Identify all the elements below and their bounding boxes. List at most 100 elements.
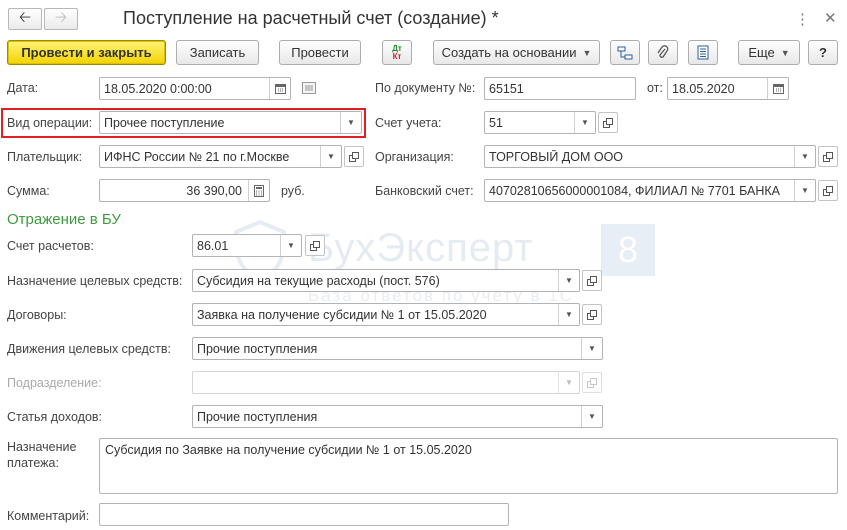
- sum-label: Сумма:: [7, 184, 50, 198]
- income-item-select[interactable]: Прочие поступления ▼: [192, 405, 603, 428]
- doc-number-label: По документу №:: [375, 81, 476, 95]
- payment-purpose-textarea[interactable]: Субсидия по Заявке на получение субсидии…: [99, 438, 838, 494]
- paperclip-icon: [657, 44, 669, 58]
- contracts-value: Заявка на получение субсидии № 1 от 15.0…: [197, 307, 487, 322]
- arrow-left-icon: 🡠: [18, 8, 32, 26]
- forward-button[interactable]: 🡢: [44, 8, 78, 30]
- document-list-icon: [697, 45, 709, 60]
- contracts-select[interactable]: Заявка на получение субсидии № 1 от 15.0…: [192, 303, 580, 326]
- chevron-down-icon[interactable]: ▼: [340, 112, 361, 133]
- chevron-down-icon: ▼: [780, 47, 790, 58]
- account-value: 51: [489, 115, 503, 130]
- save-button[interactable]: Записать: [176, 40, 259, 65]
- account-open-button[interactable]: [598, 112, 618, 133]
- watermark-digit: 8: [601, 224, 655, 276]
- settlement-account-value: 86.01: [197, 238, 229, 253]
- division-label: Подразделение:: [7, 376, 102, 390]
- from-date-value: 18.05.2020: [672, 81, 735, 96]
- currency-label: руб.: [281, 184, 305, 198]
- structure-button[interactable]: [610, 40, 640, 65]
- create-based-on-button[interactable]: Создать на основании ▼: [433, 40, 600, 65]
- calendar-icon[interactable]: [767, 78, 788, 99]
- funds-movement-select[interactable]: Прочие поступления ▼: [192, 337, 603, 360]
- account-label: Счет учета:: [375, 116, 442, 130]
- report-button[interactable]: [688, 40, 718, 65]
- calculator-icon[interactable]: [248, 180, 269, 201]
- from-date-field[interactable]: 18.05.2020: [667, 77, 789, 100]
- settlement-account-label: Счет расчетов:: [7, 239, 94, 253]
- open-icon: [603, 117, 613, 128]
- date-label: Дата:: [7, 81, 39, 95]
- income-item-value: Прочие поступления: [197, 409, 318, 424]
- organization-select[interactable]: ТОРГОВЫЙ ДОМ ООО ▼: [484, 145, 816, 168]
- chevron-down-icon[interactable]: ▼: [574, 112, 595, 133]
- date-value: 18.05.2020 0:00:00: [104, 81, 212, 96]
- chevron-down-icon[interactable]: ▼: [558, 304, 579, 325]
- more-button[interactable]: Еще ▼: [738, 40, 800, 65]
- from-date-label: от:: [647, 81, 663, 95]
- history-icon[interactable]: [302, 82, 316, 97]
- bank-account-value: 40702810656000001084, ФИЛИАЛ № 7701 БАНК…: [489, 183, 781, 198]
- comment-label: Комментарий:: [7, 509, 90, 523]
- section-title: Отражение в БУ: [7, 211, 121, 228]
- more-vertical-icon[interactable]: ⋮: [795, 10, 810, 28]
- chevron-down-icon[interactable]: ▼: [558, 372, 579, 393]
- doc-number-field[interactable]: 65151: [484, 77, 636, 100]
- kt-label: Кт: [392, 51, 402, 61]
- purpose-funds-value: Субсидия на текущие расходы (пост. 576): [197, 273, 440, 288]
- contracts-label: Договоры:: [7, 308, 67, 322]
- open-icon: [349, 151, 359, 162]
- watermark-brand: БухЭксперт: [308, 226, 534, 270]
- division-select[interactable]: ▼: [192, 371, 580, 394]
- chevron-down-icon[interactable]: ▼: [280, 235, 301, 256]
- operation-type-label: Вид операции:: [7, 116, 93, 130]
- sum-value: 36 390,00: [186, 183, 242, 198]
- bank-account-label: Банковский счет:: [375, 184, 474, 198]
- operation-type-select[interactable]: Прочее поступление ▼: [99, 111, 362, 134]
- payment-purpose-label: Назначение: [7, 440, 77, 454]
- payer-select[interactable]: ИФНС России № 21 по г.Москве ▼: [99, 145, 342, 168]
- dt-kt-button[interactable]: Дт Кт: [382, 40, 412, 65]
- payer-open-button[interactable]: [344, 146, 364, 167]
- post-button[interactable]: Провести: [279, 40, 361, 65]
- payer-value: ИФНС России № 21 по г.Москве: [104, 149, 290, 164]
- open-icon: [823, 185, 833, 196]
- purpose-funds-open-button[interactable]: [582, 270, 602, 291]
- purpose-funds-select[interactable]: Субсидия на текущие расходы (пост. 576) …: [192, 269, 580, 292]
- more-label: Еще: [748, 45, 775, 60]
- organization-value: ТОРГОВЫЙ ДОМ ООО: [489, 149, 624, 164]
- date-field[interactable]: 18.05.2020 0:00:00: [99, 77, 291, 100]
- contracts-open-button[interactable]: [582, 304, 602, 325]
- settlement-account-select[interactable]: 86.01 ▼: [192, 234, 302, 257]
- arrow-right-icon: 🡢: [54, 8, 68, 26]
- open-icon: [823, 151, 833, 162]
- organization-label: Организация:: [375, 150, 454, 164]
- calendar-icon[interactable]: [269, 78, 290, 99]
- back-button[interactable]: 🡠: [8, 8, 42, 30]
- income-item-label: Статья доходов:: [7, 410, 103, 424]
- help-button[interactable]: ?: [808, 40, 838, 65]
- chevron-down-icon[interactable]: ▼: [794, 146, 815, 167]
- comment-field[interactable]: [99, 503, 509, 526]
- division-open-button[interactable]: [582, 372, 602, 393]
- account-select[interactable]: 51 ▼: [484, 111, 596, 134]
- chevron-down-icon[interactable]: ▼: [794, 180, 815, 201]
- operation-type-value: Прочее поступление: [104, 115, 225, 130]
- sum-field[interactable]: 36 390,00: [99, 179, 270, 202]
- bank-account-select[interactable]: 40702810656000001084, ФИЛИАЛ № 7701 БАНК…: [484, 179, 816, 202]
- chevron-down-icon[interactable]: ▼: [558, 270, 579, 291]
- bank-account-open-button[interactable]: [818, 180, 838, 201]
- purpose-funds-label: Назначение целевых средств:: [7, 274, 183, 288]
- chevron-down-icon[interactable]: ▼: [320, 146, 341, 167]
- chevron-down-icon[interactable]: ▼: [581, 406, 602, 427]
- attach-button[interactable]: [648, 40, 678, 65]
- organization-open-button[interactable]: [818, 146, 838, 167]
- payer-label: Плательщик:: [7, 150, 83, 164]
- funds-movement-label: Движения целевых средств:: [7, 342, 171, 356]
- window-title: Поступление на расчетный счет (создание)…: [123, 8, 499, 28]
- settlement-account-open-button[interactable]: [305, 235, 325, 256]
- payment-purpose-label-2: платежа:: [7, 456, 59, 470]
- chevron-down-icon[interactable]: ▼: [581, 338, 602, 359]
- close-icon[interactable]: ✕: [824, 9, 837, 27]
- post-and-close-button[interactable]: Провести и закрыть: [7, 40, 166, 65]
